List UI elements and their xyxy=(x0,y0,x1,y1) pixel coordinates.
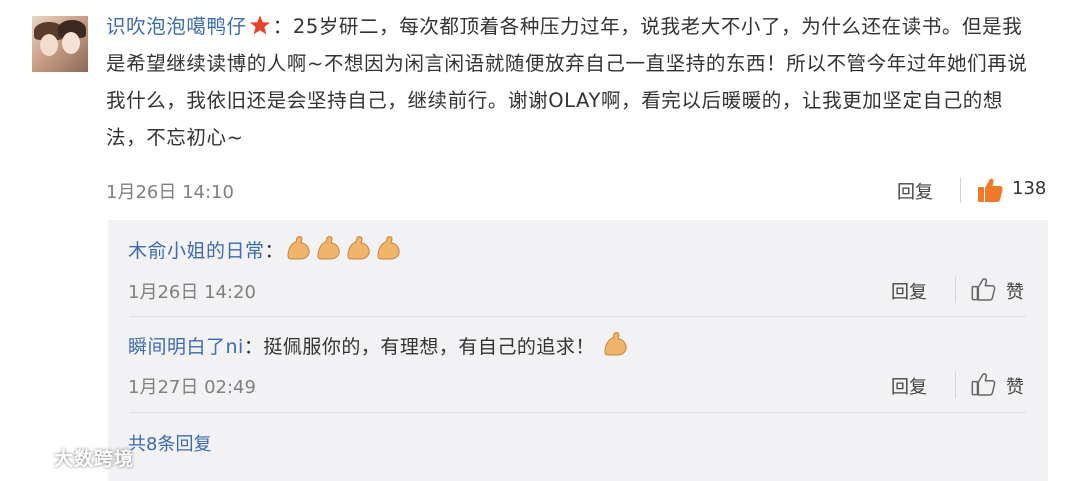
comment-username[interactable]: 识吹泡泡噶鸭仔 xyxy=(106,15,247,38)
avatar[interactable] xyxy=(32,16,88,72)
watermark-text: 大数跨境 xyxy=(54,448,135,470)
like-label[interactable]: 赞 xyxy=(1006,278,1024,304)
divider xyxy=(955,277,956,303)
thumbs-up-icon[interactable] xyxy=(976,176,1004,204)
thumbs-up-icon[interactable] xyxy=(970,371,996,397)
watermark: 大数跨境 xyxy=(10,444,134,471)
flexed-biceps-emoji xyxy=(317,236,340,260)
thumbs-up-icon[interactable] xyxy=(970,276,996,302)
flexed-biceps-emoji xyxy=(604,332,627,356)
main-comment: 识吹泡泡噶鸭仔 ：25岁研二，每次都顶着各种压力过年，说我老大不小了，为什么还在读… xyxy=(106,8,1036,156)
avatar-face xyxy=(40,34,58,56)
flexed-biceps-emoji xyxy=(347,236,370,260)
reply-username[interactable]: 木俞小姐的日常 xyxy=(128,240,265,262)
watermark-logo-icon xyxy=(12,449,48,467)
comment-separator: ： xyxy=(272,15,293,38)
reply-content: 瞬间明白了ni：挺佩服你的，有理想，有自己的追求！ xyxy=(128,330,631,360)
reply-text: 挺佩服你的，有理想，有自己的追求！ xyxy=(263,336,595,358)
divider xyxy=(130,412,1026,413)
like-count: 138 xyxy=(1012,178,1047,199)
reply-button[interactable]: 回复 xyxy=(891,278,927,304)
divider xyxy=(960,177,961,203)
star-icon xyxy=(249,15,270,35)
reply-timestamp: 1月26日 14:20 xyxy=(128,282,256,303)
reply-separator: ： xyxy=(243,336,264,358)
flexed-biceps-emoji xyxy=(287,236,310,260)
avatar-face xyxy=(62,32,80,54)
flexed-biceps-emoji xyxy=(377,236,400,260)
reply-timestamp: 1月27日 02:49 xyxy=(128,377,256,398)
divider xyxy=(130,316,1026,317)
reply-button[interactable]: 回复 xyxy=(891,373,927,399)
reply-separator: ： xyxy=(264,240,285,262)
comment-timestamp: 1月26日 14:10 xyxy=(106,182,234,203)
reply-button[interactable]: 回复 xyxy=(897,178,933,204)
like-label[interactable]: 赞 xyxy=(1006,373,1024,399)
view-more-replies-link[interactable]: 共8条回复 xyxy=(128,430,211,456)
replies-panel: 木俞小姐的日常： 1月26日 14:20 回复 赞 瞬间明白了ni：挺佩服你的，… xyxy=(108,220,1048,481)
reply-username[interactable]: 瞬间明白了ni xyxy=(128,336,244,358)
reply-content: 木俞小姐的日常： xyxy=(128,234,404,264)
divider xyxy=(955,372,956,398)
